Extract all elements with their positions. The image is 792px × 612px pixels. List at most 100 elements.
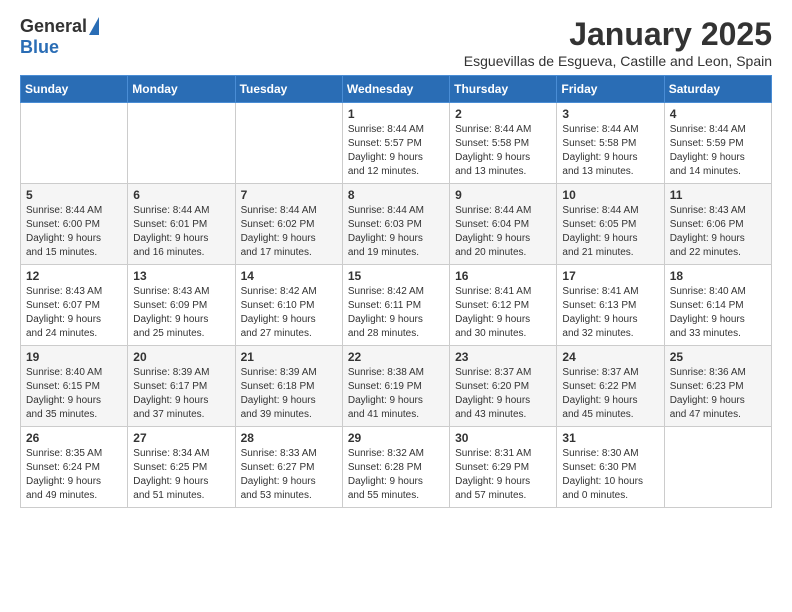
day-info: Sunrise: 8:43 AM Sunset: 6:06 PM Dayligh… — [670, 204, 766, 260]
day-info: Sunrise: 8:43 AM Sunset: 6:09 PM Dayligh… — [133, 285, 229, 341]
weekday-header-friday: Friday — [557, 76, 664, 103]
calendar-cell: 1 Sunrise: 8:44 AM Sunset: 5:57 PM Daylig… — [342, 103, 449, 184]
day-info: Sunrise: 8:33 AM Sunset: 6:27 PM Dayligh… — [241, 447, 337, 503]
day-info: Sunrise: 8:41 AM Sunset: 6:13 PM Dayligh… — [562, 285, 658, 341]
calendar-cell: 12 Sunrise: 8:43 AM Sunset: 6:07 PM Dayli… — [21, 265, 128, 346]
day-number: 18 — [670, 269, 766, 283]
day-number: 2 — [455, 107, 551, 121]
calendar-cell: 27 Sunrise: 8:34 AM Sunset: 6:25 PM Dayli… — [128, 427, 235, 508]
calendar-cell: 16 Sunrise: 8:41 AM Sunset: 6:12 PM Dayli… — [450, 265, 557, 346]
day-number: 27 — [133, 431, 229, 445]
weekday-header-saturday: Saturday — [664, 76, 771, 103]
day-info: Sunrise: 8:44 AM Sunset: 6:01 PM Dayligh… — [133, 204, 229, 260]
day-info: Sunrise: 8:31 AM Sunset: 6:29 PM Dayligh… — [455, 447, 551, 503]
day-number: 21 — [241, 350, 337, 364]
day-info: Sunrise: 8:34 AM Sunset: 6:25 PM Dayligh… — [133, 447, 229, 503]
day-info: Sunrise: 8:44 AM Sunset: 6:05 PM Dayligh… — [562, 204, 658, 260]
calendar-cell: 13Sunrise: 8:43 AM Sunset: 6:09 PM Dayli… — [128, 265, 235, 346]
calendar-cell: 4 Sunrise: 8:44 AM Sunset: 5:59 PM Daylig… — [664, 103, 771, 184]
calendar-cell: 26 Sunrise: 8:35 AM Sunset: 6:24 PM Dayli… — [21, 427, 128, 508]
day-number: 3 — [562, 107, 658, 121]
day-info: Sunrise: 8:43 AM Sunset: 6:07 PM Dayligh… — [26, 285, 122, 341]
day-number: 8 — [348, 188, 444, 202]
calendar-week-row: 1 Sunrise: 8:44 AM Sunset: 5:57 PM Daylig… — [21, 103, 772, 184]
day-number: 9 — [455, 188, 551, 202]
day-number: 12 — [26, 269, 122, 283]
calendar-cell: 14Sunrise: 8:42 AM Sunset: 6:10 PM Dayli… — [235, 265, 342, 346]
calendar-cell: 29 Sunrise: 8:32 AM Sunset: 6:28 PM Dayli… — [342, 427, 449, 508]
location-subtitle: Esguevillas de Esgueva, Castille and Leo… — [464, 53, 772, 69]
day-info: Sunrise: 8:38 AM Sunset: 6:19 PM Dayligh… — [348, 366, 444, 422]
day-number: 1 — [348, 107, 444, 121]
day-number: 19 — [26, 350, 122, 364]
calendar-week-row: 5Sunrise: 8:44 AM Sunset: 6:00 PM Daylig… — [21, 184, 772, 265]
calendar-cell: 21Sunrise: 8:39 AM Sunset: 6:18 PM Dayli… — [235, 346, 342, 427]
day-info: Sunrise: 8:44 AM Sunset: 5:57 PM Dayligh… — [348, 123, 444, 179]
calendar-cell: 2Sunrise: 8:44 AM Sunset: 5:58 PM Daylig… — [450, 103, 557, 184]
logo: General Blue — [20, 16, 99, 58]
calendar-table: SundayMondayTuesdayWednesdayThursdayFrid… — [20, 75, 772, 508]
day-info: Sunrise: 8:41 AM Sunset: 6:12 PM Dayligh… — [455, 285, 551, 341]
day-info: Sunrise: 8:39 AM Sunset: 6:17 PM Dayligh… — [133, 366, 229, 422]
page: General Blue January 2025 Esguevillas de… — [0, 0, 792, 528]
day-number: 23 — [455, 350, 551, 364]
weekday-header-monday: Monday — [128, 76, 235, 103]
day-info: Sunrise: 8:30 AM Sunset: 6:30 PM Dayligh… — [562, 447, 658, 503]
day-info: Sunrise: 8:40 AM Sunset: 6:14 PM Dayligh… — [670, 285, 766, 341]
calendar-cell: 8 Sunrise: 8:44 AM Sunset: 6:03 PM Daylig… — [342, 184, 449, 265]
calendar-cell — [664, 427, 771, 508]
calendar-cell: 24Sunrise: 8:37 AM Sunset: 6:22 PM Dayli… — [557, 346, 664, 427]
day-info: Sunrise: 8:44 AM Sunset: 6:03 PM Dayligh… — [348, 204, 444, 260]
calendar-cell: 22 Sunrise: 8:38 AM Sunset: 6:19 PM Dayli… — [342, 346, 449, 427]
day-number: 14 — [241, 269, 337, 283]
calendar-cell: 3 Sunrise: 8:44 AM Sunset: 5:58 PM Daylig… — [557, 103, 664, 184]
calendar-cell: 7 Sunrise: 8:44 AM Sunset: 6:02 PM Daylig… — [235, 184, 342, 265]
calendar-cell: 25 Sunrise: 8:36 AM Sunset: 6:23 PM Dayli… — [664, 346, 771, 427]
weekday-header-tuesday: Tuesday — [235, 76, 342, 103]
day-info: Sunrise: 8:44 AM Sunset: 5:59 PM Dayligh… — [670, 123, 766, 179]
day-info: Sunrise: 8:40 AM Sunset: 6:15 PM Dayligh… — [26, 366, 122, 422]
day-info: Sunrise: 8:44 AM Sunset: 6:04 PM Dayligh… — [455, 204, 551, 260]
day-info: Sunrise: 8:37 AM Sunset: 6:22 PM Dayligh… — [562, 366, 658, 422]
calendar-cell: 9 Sunrise: 8:44 AM Sunset: 6:04 PM Daylig… — [450, 184, 557, 265]
day-number: 30 — [455, 431, 551, 445]
logo-blue-text: Blue — [20, 37, 59, 58]
calendar-cell: 23 Sunrise: 8:37 AM Sunset: 6:20 PM Dayli… — [450, 346, 557, 427]
title-block: January 2025 Esguevillas de Esgueva, Cas… — [464, 16, 772, 69]
day-number: 22 — [348, 350, 444, 364]
calendar-cell: 20Sunrise: 8:39 AM Sunset: 6:17 PM Dayli… — [128, 346, 235, 427]
day-number: 28 — [241, 431, 337, 445]
day-info: Sunrise: 8:44 AM Sunset: 5:58 PM Dayligh… — [562, 123, 658, 179]
calendar-cell: 11Sunrise: 8:43 AM Sunset: 6:06 PM Dayli… — [664, 184, 771, 265]
day-number: 6 — [133, 188, 229, 202]
day-number: 7 — [241, 188, 337, 202]
day-info: Sunrise: 8:44 AM Sunset: 6:02 PM Dayligh… — [241, 204, 337, 260]
calendar-cell: 30 Sunrise: 8:31 AM Sunset: 6:29 PM Dayli… — [450, 427, 557, 508]
calendar-cell — [21, 103, 128, 184]
day-info: Sunrise: 8:32 AM Sunset: 6:28 PM Dayligh… — [348, 447, 444, 503]
day-info: Sunrise: 8:42 AM Sunset: 6:11 PM Dayligh… — [348, 285, 444, 341]
calendar-cell: 10 Sunrise: 8:44 AM Sunset: 6:05 PM Dayli… — [557, 184, 664, 265]
day-number: 15 — [348, 269, 444, 283]
calendar-week-row: 12 Sunrise: 8:43 AM Sunset: 6:07 PM Dayli… — [21, 265, 772, 346]
day-number: 29 — [348, 431, 444, 445]
calendar-cell: 5Sunrise: 8:44 AM Sunset: 6:00 PM Daylig… — [21, 184, 128, 265]
day-info: Sunrise: 8:35 AM Sunset: 6:24 PM Dayligh… — [26, 447, 122, 503]
day-number: 16 — [455, 269, 551, 283]
weekday-header-sunday: Sunday — [21, 76, 128, 103]
day-info: Sunrise: 8:36 AM Sunset: 6:23 PM Dayligh… — [670, 366, 766, 422]
day-number: 17 — [562, 269, 658, 283]
day-number: 4 — [670, 107, 766, 121]
calendar-cell: 17 Sunrise: 8:41 AM Sunset: 6:13 PM Dayli… — [557, 265, 664, 346]
day-number: 31 — [562, 431, 658, 445]
logo-general-text: General — [20, 16, 87, 37]
calendar-week-row: 26 Sunrise: 8:35 AM Sunset: 6:24 PM Dayli… — [21, 427, 772, 508]
calendar-cell: 19 Sunrise: 8:40 AM Sunset: 6:15 PM Dayli… — [21, 346, 128, 427]
day-number: 25 — [670, 350, 766, 364]
calendar-week-row: 19 Sunrise: 8:40 AM Sunset: 6:15 PM Dayli… — [21, 346, 772, 427]
calendar-cell: 31 Sunrise: 8:30 AM Sunset: 6:30 PM Dayli… — [557, 427, 664, 508]
day-info: Sunrise: 8:37 AM Sunset: 6:20 PM Dayligh… — [455, 366, 551, 422]
day-number: 26 — [26, 431, 122, 445]
day-number: 10 — [562, 188, 658, 202]
weekday-header-row: SundayMondayTuesdayWednesdayThursdayFrid… — [21, 76, 772, 103]
